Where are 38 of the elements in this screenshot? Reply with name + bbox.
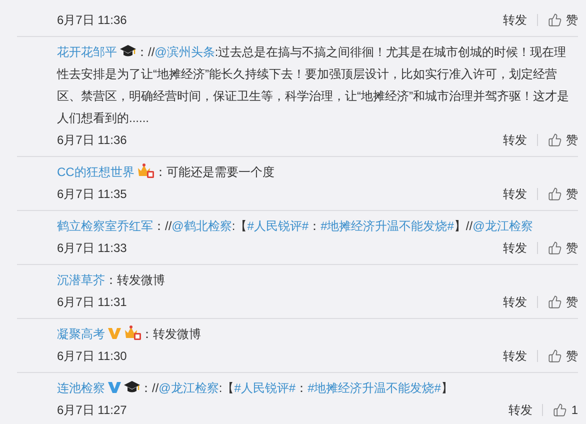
thumbs-up-icon bbox=[548, 187, 562, 201]
comment-text: 鹤立检察室乔红军：//@鹤北检察:【#人民锐评#：#地摊经济升温不能发烧#】//@龙江检察 bbox=[57, 218, 534, 235]
graduation-cap-icon bbox=[124, 380, 140, 394]
comment-text: 凝聚高考 ：转发微博 bbox=[57, 324, 202, 343]
repost-link[interactable]: 转发 bbox=[503, 11, 527, 29]
thumbs-up-icon bbox=[548, 241, 562, 255]
crown-badge-icon bbox=[137, 163, 154, 178]
comment-time: 6月7日 11:33 bbox=[57, 240, 127, 257]
thumbs-up-icon bbox=[553, 403, 568, 417]
repost-link[interactable]: 转发 bbox=[503, 185, 527, 203]
comment-text: 连池检察 ：//@龙江检察:【#人民锐评#：#地摊经济升温不能发烧#】 bbox=[57, 379, 454, 397]
like-button[interactable]: 赞 bbox=[548, 11, 578, 29]
thumbs-up-icon bbox=[548, 295, 562, 309]
like-button[interactable]: 赞 bbox=[548, 131, 578, 149]
thumbs-up-icon bbox=[548, 133, 562, 147]
like-button[interactable]: 赞 bbox=[548, 293, 578, 311]
like-button[interactable]: 1 bbox=[553, 401, 578, 419]
comment-time: 6月7日 11:35 bbox=[57, 186, 127, 203]
comment-time: 6月7日 11:31 bbox=[57, 294, 127, 311]
comment-time: 6月7日 11:30 bbox=[57, 348, 127, 365]
comment-time: 6月7日 11:36 bbox=[57, 132, 127, 149]
thumbs-up-icon bbox=[548, 13, 562, 27]
repost-link[interactable]: 转发 bbox=[503, 293, 527, 311]
like-button[interactable]: 赞 bbox=[548, 347, 578, 365]
repost-link[interactable]: 转发 bbox=[503, 347, 527, 365]
thumbs-up-icon bbox=[548, 349, 562, 363]
comment-text: 花开花邹平 ：//@滨州头条:过去总是在搞与不搞之间徘徊！尤其是在城市创城的时候！现在理性去安排是为了让“地摊经济”能长久持续下去！要加强顶层设计，比如实行准入许可，划定经营区、禁营区，明确经营时间，保证卫生等，科学治理，让“地摊经济”和城市治理并驾齐驱！这才是人们想看到的...... bbox=[57, 43, 570, 127]
crown-badge-icon bbox=[124, 325, 141, 340]
repost-link[interactable]: 转发 bbox=[503, 239, 527, 257]
comment-time: 6月7日 11:36 bbox=[57, 12, 127, 29]
comment-time: 6月7日 11:27 bbox=[57, 402, 127, 419]
repost-link[interactable]: 转发 bbox=[503, 131, 527, 149]
like-button[interactable]: 赞 bbox=[548, 185, 578, 203]
like-button[interactable]: 赞 bbox=[548, 239, 578, 257]
repost-link[interactable]: 转发 bbox=[508, 401, 532, 419]
graduation-cap-icon bbox=[120, 44, 136, 58]
comment-text: 沉潜草芥：转发微博 bbox=[57, 272, 166, 289]
comment-text: CC的狂想世界 ：可能还是需要一个度 bbox=[57, 162, 276, 181]
